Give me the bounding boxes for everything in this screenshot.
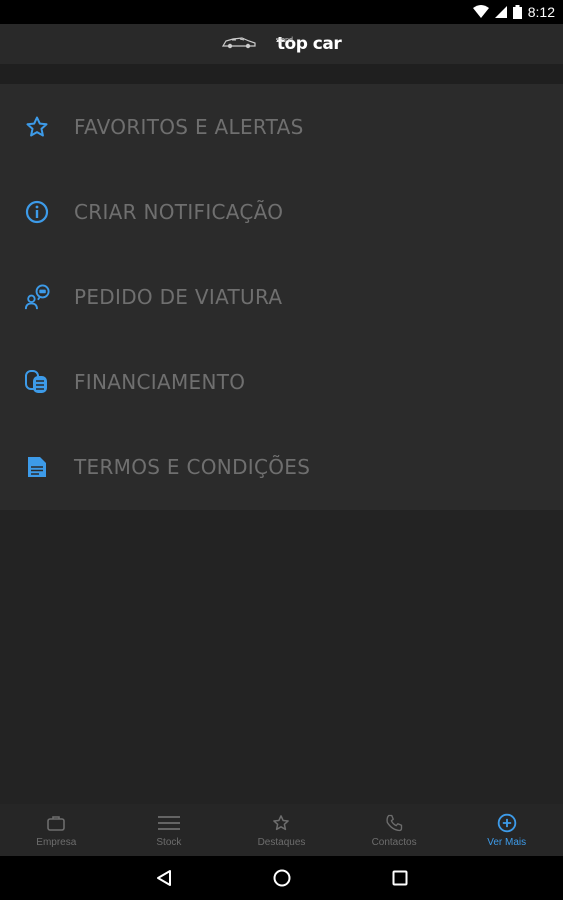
menu-item-favoritos-alertas[interactable]: FAVORITOS E ALERTAS [0,84,563,169]
nav-item-label: Stock [156,836,182,848]
app-bar: stand top car [0,24,563,64]
nav-item-label: Empresa [36,836,77,848]
app-logo: stand top car [221,34,342,54]
car-logo-icon [221,35,256,54]
nav-item-ver-mais[interactable]: Ver Mais [450,804,563,856]
status-bar: 8:12 [0,0,563,24]
list-icon [157,813,180,833]
logo-small-text: stand [275,37,293,44]
star-icon [24,114,50,140]
nav-item-contactos[interactable]: Contactos [338,804,451,856]
menu-list: FAVORITOS E ALERTAS CRIAR NOTIFICAÇÃO PE… [0,84,563,510]
plus-circle-icon [497,813,517,833]
menu-item-criar-notificacao[interactable]: CRIAR NOTIFICAÇÃO [0,169,563,254]
system-nav-bar [0,856,563,900]
menu-item-label: FINANCIAMENTO [74,369,246,394]
nav-item-destaques[interactable]: Destaques [225,804,338,856]
signal-icon [494,6,507,18]
recents-icon[interactable] [386,864,414,892]
nav-item-label: Contactos [371,836,417,848]
back-icon[interactable] [150,864,178,892]
nav-item-stock[interactable]: Stock [113,804,226,856]
menu-item-pedido-viatura[interactable]: PEDIDO DE VIATURA [0,254,563,339]
menu-item-label: FAVORITOS E ALERTAS [74,114,304,139]
status-time: 8:12 [527,4,555,20]
star-icon [272,813,290,833]
briefcase-icon [47,813,66,833]
nav-item-label: Ver Mais [487,836,527,848]
bottom-nav: Empresa Stock Destaques Contactos Ver Ma… [0,804,563,856]
info-icon [24,199,50,225]
battery-icon [512,5,522,19]
phone-icon [385,813,403,833]
person-car-icon [24,283,50,310]
menu-item-label: PEDIDO DE VIATURA [74,284,283,309]
divider [0,64,563,84]
menu-item-financiamento[interactable]: FINANCIAMENTO [0,339,563,424]
nav-item-label: Destaques [257,836,306,848]
document-icon [24,454,50,480]
wifi-icon [472,5,489,19]
menu-item-termos-condicoes[interactable]: TERMOS E CONDIÇÕES [0,424,563,509]
menu-item-label: TERMOS E CONDIÇÕES [74,454,311,479]
coins-icon [24,369,50,395]
nav-item-empresa[interactable]: Empresa [0,804,113,856]
home-icon[interactable] [268,864,296,892]
menu-item-label: CRIAR NOTIFICAÇÃO [74,199,284,224]
